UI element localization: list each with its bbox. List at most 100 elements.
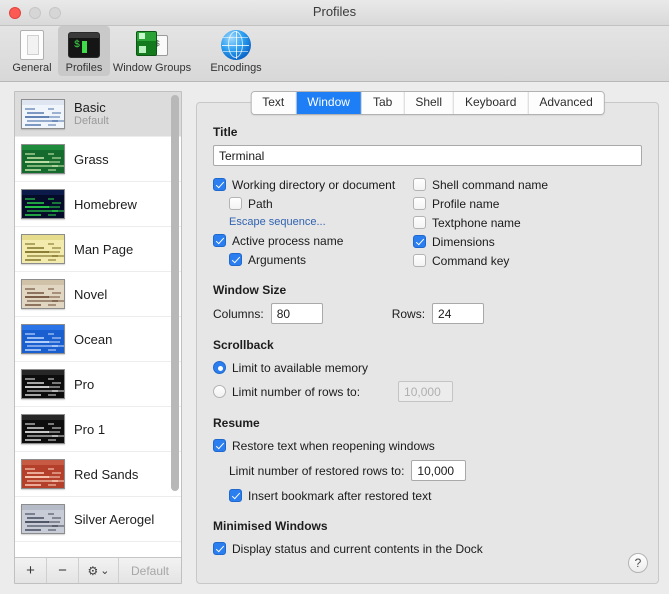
checkbox-display-status-dock-box[interactable] [213,542,226,555]
profile-name-block: Man Page [74,242,133,257]
profile-name-block: Silver Aerogel [74,512,154,527]
toolbar-label-window-groups: Window Groups [113,62,191,74]
toolbar-item-window-groups[interactable]: Window Groups [110,26,194,76]
profile-thumbnail [21,414,65,444]
profile-name: Novel [74,287,107,302]
toolbar-item-encodings[interactable]: Encodings [194,26,278,76]
toolbar-item-profiles[interactable]: $ Profiles [58,26,110,76]
profile-row[interactable]: Pro 1 [15,407,181,452]
settings-main-panel: TextWindowTabShellKeyboardAdvanced Title… [196,91,659,584]
title-input[interactable]: Terminal [213,145,642,166]
checkbox-restore-text[interactable]: Restore text when reopening windows [213,436,642,455]
checkbox-arguments-box[interactable] [229,253,242,266]
profile-name-block: Novel [74,287,107,302]
checkbox-shell-command-name-box[interactable] [413,178,426,191]
tab-shell[interactable]: Shell [404,92,454,114]
checkbox-insert-bookmark[interactable]: Insert bookmark after restored text [213,486,642,505]
checkbox-arguments-label: Arguments [248,253,306,267]
radio-limit-available-memory-dot[interactable] [213,361,226,374]
scrollbar-thumb[interactable] [171,95,179,491]
profile-row[interactable]: Silver Aerogel [15,497,181,542]
checkbox-textphone-name[interactable]: Textphone name [413,213,613,232]
checkbox-profile-name-box[interactable] [413,197,426,210]
profiles-footer-toolbar: + − ⚙ ⌄ Default [15,557,181,583]
checkbox-command-key[interactable]: Command key [413,251,613,270]
profile-thumbnail [21,189,65,219]
profile-thumbnail [21,324,65,354]
profile-name-block: Ocean [74,332,112,347]
checkbox-insert-bookmark-box[interactable] [229,489,242,502]
profile-row[interactable]: Grass [15,137,181,182]
checkbox-dimensions[interactable]: Dimensions [413,232,613,251]
set-default-button[interactable]: Default [119,558,181,583]
toolbar-label-profiles: Profiles [66,62,103,74]
profiles-terminal-icon: $ [68,29,100,61]
profiles-list[interactable]: BasicDefaultGrassHomebrew Man Page Novel Oc… [15,92,181,557]
checkbox-display-status-dock[interactable]: Display status and current contents in t… [213,539,642,558]
checkbox-working-directory-box[interactable] [213,178,226,191]
profile-row[interactable]: Pro [15,362,181,407]
profile-thumbnail [21,234,65,264]
profile-thumbnail [21,99,65,129]
radio-limit-rows-dot[interactable] [213,385,226,398]
checkbox-textphone-name-box[interactable] [413,216,426,229]
profile-row[interactable]: Man Page [15,227,181,272]
checkbox-dimensions-label: Dimensions [432,235,495,249]
settings-tabbar: TextWindowTabShellKeyboardAdvanced [250,91,605,115]
tab-tab[interactable]: Tab [362,92,404,114]
profile-name: Pro [74,377,94,392]
help-button[interactable]: ? [628,553,648,573]
checkbox-command-key-box[interactable] [413,254,426,267]
radio-limit-available-memory[interactable]: Limit to available memory [213,358,642,377]
profile-thumbnail [21,504,65,534]
profile-row[interactable]: Novel [15,272,181,317]
checkbox-arguments[interactable]: Arguments [213,250,413,269]
rows-input[interactable]: 24 [432,303,484,324]
tab-window[interactable]: Window [296,92,362,114]
remove-profile-button[interactable]: − [47,558,79,583]
profile-name: Basic [74,100,109,115]
checkbox-working-directory[interactable]: Working directory or document [213,175,413,194]
checkbox-path[interactable]: Path [213,194,413,213]
checkbox-path-box[interactable] [229,197,242,210]
profiles-sidebar: BasicDefaultGrassHomebrewMan PageNovelOc… [14,91,182,584]
rows-label: Rows: [392,307,425,321]
titlebar: Profiles [0,0,669,26]
escape-sequence-link[interactable]: Escape sequence... [229,216,326,228]
profiles-scrollbar[interactable] [171,95,179,554]
profiles-preferences-window: Profiles General $ Profiles Window Group… [0,0,669,594]
checkbox-restore-text-box[interactable] [213,439,226,452]
window-settings-pane: Title Terminal Working directory or docu… [196,102,659,584]
profile-row[interactable]: Ocean [15,317,181,362]
restored-rows-input[interactable]: 10,000 [411,460,466,481]
tab-text[interactable]: Text [251,92,296,114]
profile-row[interactable]: BasicDefault [15,92,181,137]
columns-input[interactable]: 80 [271,303,323,324]
radio-limit-rows[interactable]: Limit number of rows to: [213,382,360,401]
profile-name-block: Pro [74,377,94,392]
escape-sequence-link-row[interactable]: Escape sequence... [213,213,413,231]
radio-limit-rows-label: Limit number of rows to: [232,385,360,399]
profile-actions-menu-button[interactable]: ⚙ ⌄ [79,558,119,583]
window-size-row: Columns: 80 Rows: 24 [213,303,642,324]
scrollback-rows-input[interactable]: 10,000 [398,381,453,402]
profile-thumbnail [21,144,65,174]
checkbox-active-process-name-label: Active process name [232,234,343,248]
profile-name: Red Sands [74,467,138,482]
checkbox-active-process-name[interactable]: Active process name [213,231,413,250]
checkbox-active-process-name-box[interactable] [213,234,226,247]
window-groups-icon [136,29,168,61]
checkbox-command-key-label: Command key [432,254,509,268]
profile-row[interactable]: Homebrew [15,182,181,227]
profile-name-block: Pro 1 [74,422,105,437]
checkbox-profile-name[interactable]: Profile name [413,194,613,213]
tab-keyboard[interactable]: Keyboard [454,92,528,114]
checkbox-working-directory-label: Working directory or document [232,178,395,192]
add-profile-button[interactable]: + [15,558,47,583]
profile-row[interactable]: Red Sands [15,452,181,497]
checkbox-dimensions-box[interactable] [413,235,426,248]
toolbar-item-general[interactable]: General [6,26,58,76]
profile-name: Ocean [74,332,112,347]
checkbox-shell-command-name[interactable]: Shell command name [413,175,613,194]
tab-advanced[interactable]: Advanced [528,92,603,114]
